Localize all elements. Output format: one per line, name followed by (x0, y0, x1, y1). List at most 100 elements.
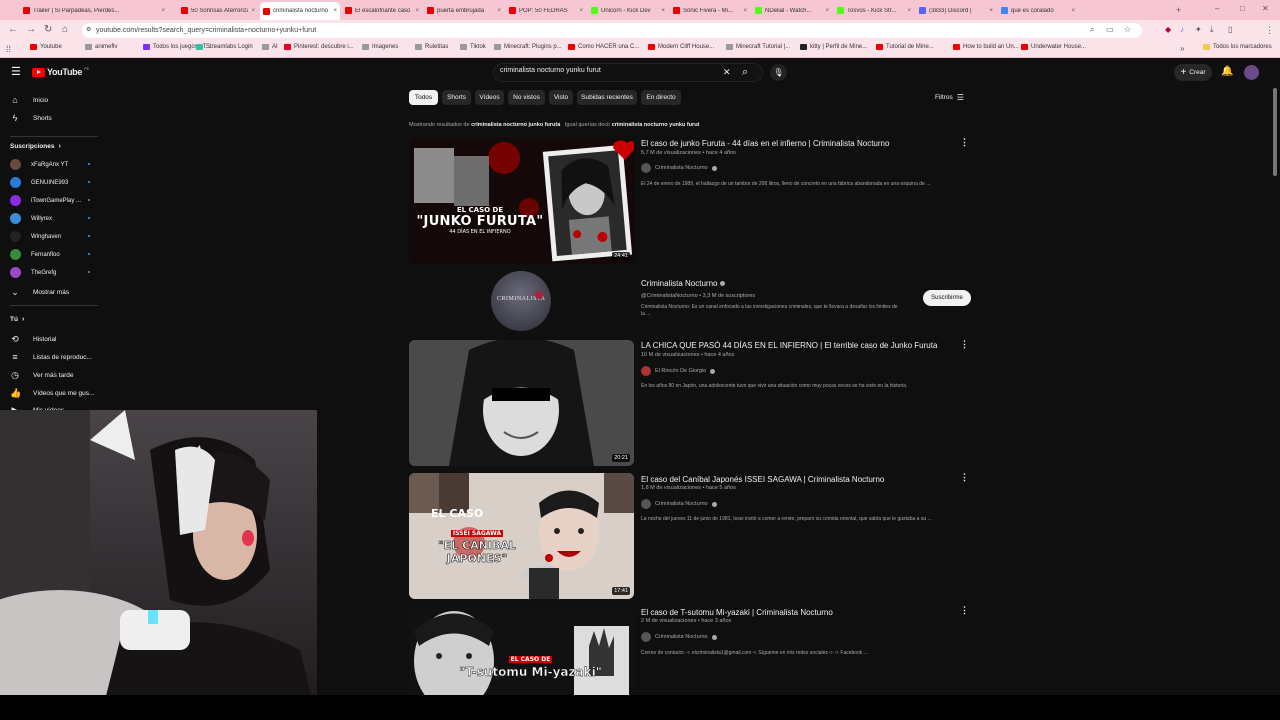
new-tab-icon[interactable]: + (1176, 4, 1181, 16)
browser-tab[interactable]: puerta embrujada × (424, 3, 504, 18)
sidebar-item-history[interactable]: ⟲ Historial (10, 334, 56, 344)
more-bookmarks-icon[interactable]: » (1180, 43, 1184, 55)
sidepanel-icon[interactable]: ▯ (1228, 24, 1232, 36)
home-icon[interactable]: ⌂ (62, 24, 68, 36)
channel-link[interactable]: El Rincón De Giorgio (641, 366, 716, 376)
filter-chip[interactable]: Vídeos (475, 90, 504, 105)
video-options-icon[interactable]: ⋮ (960, 605, 969, 616)
filter-chip[interactable]: Subidas recientes (577, 90, 637, 105)
video-options-icon[interactable]: ⋮ (960, 339, 969, 350)
video-title-link[interactable]: El caso del Caníbal Japonés ISSEI SAGAWA… (641, 475, 884, 484)
bookmark-item[interactable]: AI (262, 44, 278, 50)
close-tab-icon[interactable]: × (251, 8, 255, 14)
sidebar-item-watch-later[interactable]: ◷ Ver más tarde (10, 370, 73, 380)
bookmark-item[interactable]: Modern Cliff House... (648, 44, 714, 50)
bookmark-item[interactable]: Streamlabs Login (196, 44, 253, 50)
channel-link[interactable]: Criminalista Nocturno (641, 163, 717, 173)
browser-tab[interactable]: NDelial - Watch... × (752, 3, 832, 18)
hamburger-menu-icon[interactable]: ☰ (11, 66, 21, 78)
close-tab-icon[interactable]: × (989, 8, 993, 14)
browser-tab[interactable]: Tosvos - Kick Str... × (834, 3, 914, 18)
subscription-item[interactable]: Fernanfloo (10, 249, 90, 260)
browser-tab[interactable]: criminalista nocturno yunku furut× (260, 2, 340, 20)
subscription-item[interactable]: iTownGamePlay ... (10, 195, 90, 206)
page-scrollbar[interactable] (1273, 88, 1277, 176)
channel-card-avatar[interactable]: CRIMINALISTA (491, 271, 551, 331)
bookmark-item[interactable]: Tiktok (460, 44, 486, 50)
video-options-icon[interactable]: ⋮ (960, 472, 969, 483)
bookmark-item[interactable]: kitty | Perfil de Mine... (800, 44, 867, 50)
close-tab-icon[interactable]: × (661, 8, 665, 14)
search-icon[interactable]: ⌕ (742, 66, 748, 78)
browser-tab[interactable]: (3833) Discord | × (916, 3, 996, 18)
sidebar-item-shorts[interactable]: ϟ Shorts (10, 113, 52, 123)
bookmark-item[interactable]: Minecraft: Plugins p... (494, 44, 562, 50)
filter-chip[interactable]: Visto (549, 90, 573, 105)
filter-chip[interactable]: No vistos (508, 90, 545, 105)
subscription-item[interactable]: xFaRgAnx YT (10, 159, 90, 170)
browser-tab[interactable]: POP: 50 FEDRAS × (506, 3, 586, 18)
video-thumbnail[interactable]: 20:21 (409, 340, 634, 466)
bookmark-item[interactable]: Tutorial de Mine... (876, 44, 934, 50)
bookmark-item[interactable]: Underwater House... (1021, 44, 1086, 50)
bookmark-item[interactable]: animeflv (85, 44, 117, 50)
corrected-query-link[interactable]: criminalista nocturno junko furuta (471, 122, 560, 128)
zoom-icon[interactable]: ⌕ (1090, 24, 1094, 36)
channel-card-name[interactable]: Criminalista Nocturno (641, 279, 726, 288)
video-thumbnail[interactable]: EL CASO DE "T-sutomu Mi-yazaki" (409, 606, 634, 695)
sidebar-item-liked[interactable]: 👍 Vídeos que me gus... (10, 388, 94, 398)
subscriptions-header[interactable]: Suscripciones › (10, 143, 61, 150)
browser-tab[interactable]: que es coralado × (998, 3, 1078, 18)
filters-button[interactable]: Filtros ☰ (935, 93, 964, 102)
browser-tab[interactable]: Tráiler | Si Parpadeas, Pierdes... × (20, 3, 168, 18)
close-tab-icon[interactable]: × (579, 8, 583, 14)
close-tab-icon[interactable]: × (161, 8, 165, 14)
bookmark-item[interactable]: How to build an Un... (953, 44, 1019, 50)
subscription-item[interactable]: Winghaven (10, 231, 90, 242)
bookmark-item[interactable]: Imagenes (362, 44, 398, 50)
youtube-logo[interactable]: YouTube PE (32, 66, 89, 77)
filter-chip[interactable]: Todos (409, 90, 438, 105)
video-thumbnail[interactable]: EL CASO ISSEI SAGAWA "EL CANIBAL JAPONES… (409, 473, 634, 599)
notifications-bell-icon[interactable]: 🔔 (1221, 66, 1233, 78)
subscription-item[interactable]: TheGrefg (10, 267, 90, 278)
close-tab-icon[interactable]: × (907, 8, 911, 14)
browser-tab[interactable]: El escalofriante caso de Junko× (342, 3, 422, 18)
maximize-icon[interactable]: □ (1240, 3, 1245, 15)
show-more-button[interactable]: ⌄ Mostrar más (10, 287, 69, 297)
close-tab-icon[interactable]: × (415, 8, 419, 14)
bookmark-item[interactable]: Como HACER una C... (568, 44, 639, 50)
browser-tab[interactable]: Unicorn - Kick Dev × (588, 3, 668, 18)
video-options-icon[interactable]: ⋮ (960, 137, 969, 148)
audio-extension-icon[interactable]: ♪ (1180, 24, 1184, 36)
cast-icon[interactable]: ▭ (1106, 24, 1114, 36)
voice-search-icon[interactable]: 🎙 (770, 64, 787, 81)
clear-search-icon[interactable]: ✕ (723, 67, 731, 77)
close-window-icon[interactable]: ✕ (1262, 3, 1269, 15)
account-avatar[interactable] (1244, 65, 1259, 80)
you-header[interactable]: Tú › (10, 316, 24, 323)
bookmark-item[interactable]: Minecraft Tutorial |... (726, 44, 790, 50)
close-tab-icon[interactable]: × (825, 8, 829, 14)
reload-icon[interactable]: ↻ (44, 24, 52, 36)
close-tab-icon[interactable]: × (1071, 8, 1075, 14)
bookmark-item[interactable]: Youtube (30, 44, 62, 50)
all-bookmarks-link[interactable]: Todos los marcadores (1203, 44, 1272, 50)
browser-tab[interactable]: Sonic Fivera - Mi... × (670, 3, 750, 18)
sidebar-item-playlists[interactable]: ≡ Listas de reproduc... (10, 352, 92, 362)
site-info-icon[interactable]: ⚙ (86, 23, 91, 38)
filter-chip[interactable]: Shorts (442, 90, 471, 105)
downloads-icon[interactable]: ⤓ (1210, 24, 1214, 36)
puzzle-icon[interactable]: ✦ (1195, 24, 1202, 36)
forward-icon[interactable]: → (26, 24, 36, 36)
back-icon[interactable]: ← (8, 24, 18, 36)
bookmark-item[interactable]: Ruletitas (415, 44, 448, 50)
video-title-link[interactable]: El caso de junko Furuta - 44 días en el … (641, 139, 889, 148)
bookmark-star-icon[interactable]: ☆ (1124, 24, 1131, 36)
original-query-link[interactable]: criminalista nocturno yunku furut (612, 122, 700, 128)
subscription-item[interactable]: GENUINE993 (10, 177, 90, 188)
extension-icon[interactable]: ◆ (1165, 24, 1171, 36)
channel-link[interactable]: Criminalista Nocturno (641, 499, 717, 509)
video-thumbnail[interactable]: EL CASO DE "JUNKO FURUTA" 44 DÍAS EN EL … (409, 138, 634, 264)
search-input[interactable]: criminalista nocturno yunku furut (500, 67, 601, 74)
